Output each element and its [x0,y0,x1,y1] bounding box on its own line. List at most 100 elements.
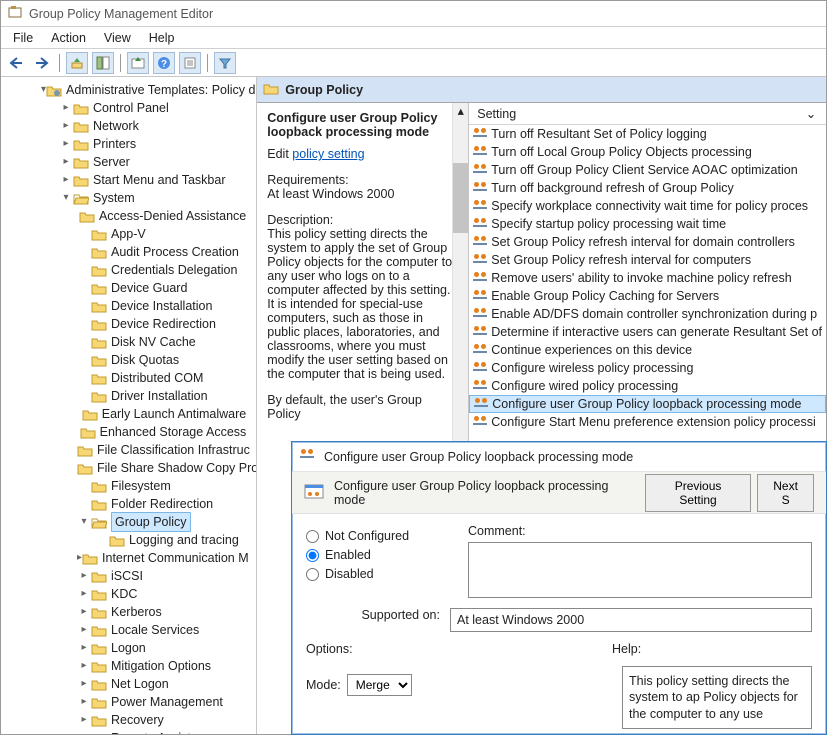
tree-item[interactable]: ▾Administrative Templates: Policy d [1,81,256,99]
mode-select[interactable]: Merge [347,674,412,696]
policy-row[interactable]: Specify workplace connectivity wait time… [469,197,826,215]
tree-item[interactable]: Filesystem [1,477,256,495]
policy-row[interactable]: Determine if interactive users can gener… [469,323,826,341]
radio-disabled[interactable]: Disabled [306,567,456,581]
menu-help[interactable]: Help [141,29,183,47]
tree-item[interactable]: Access-Denied Assistance [1,207,256,225]
expand-icon[interactable]: ▸ [77,603,91,621]
menu-file[interactable]: File [5,29,41,47]
tree-item[interactable]: File Share Shadow Copy Pro [1,459,256,477]
expand-icon[interactable]: ▸ [77,567,91,585]
expand-icon[interactable]: ▸ [59,135,73,153]
tree-item[interactable]: ▸iSCSI [1,567,256,585]
menu-action[interactable]: Action [43,29,94,47]
expand-icon[interactable]: ▸ [77,585,91,603]
tree-item[interactable]: Device Redirection [1,315,256,333]
tree-item[interactable]: ▸Locale Services [1,621,256,639]
back-button[interactable] [5,52,27,74]
policy-row[interactable]: Turn off Resultant Set of Policy logging [469,125,826,143]
tree-item[interactable]: Credentials Delegation [1,261,256,279]
show-hide-tree-button[interactable] [92,52,114,74]
tree-item[interactable]: Logging and tracing [1,531,256,549]
next-setting-button[interactable]: Next S [757,474,814,512]
expand-icon[interactable]: ▾ [77,513,91,531]
expand-icon[interactable]: ▸ [59,153,73,171]
tree-item[interactable]: Device Guard [1,279,256,297]
up-button[interactable] [66,52,88,74]
expand-icon[interactable]: ▾ [59,189,73,207]
forward-button[interactable] [31,52,53,74]
policy-row[interactable]: Turn off Group Policy Client Service AOA… [469,161,826,179]
tree-item[interactable]: Driver Installation [1,387,256,405]
tree-item[interactable]: Distributed COM [1,369,256,387]
tree-item[interactable]: ▸Network [1,117,256,135]
policy-row[interactable]: Configure Start Menu preference extensio… [469,413,826,431]
policy-row[interactable]: Specify startup policy processing wait t… [469,215,826,233]
policy-row[interactable]: Set Group Policy refresh interval for co… [469,251,826,269]
export-list-button[interactable] [127,52,149,74]
column-setting[interactable]: Setting [469,104,796,124]
expand-icon[interactable]: ▸ [59,99,73,117]
tree-item[interactable]: ▸Control Panel [1,99,256,117]
tree-item[interactable]: App-V [1,225,256,243]
radio-not-configured[interactable]: Not Configured [306,529,456,543]
policy-row[interactable]: Continue experiences on this device [469,341,826,359]
expand-icon[interactable]: ▸ [77,729,91,734]
tree-item[interactable]: ▸Start Menu and Taskbar [1,171,256,189]
policy-row[interactable]: Configure user Group Policy loopback pro… [469,395,826,413]
expand-icon[interactable]: ▸ [77,711,91,729]
previous-setting-button[interactable]: Previous Setting [645,474,751,512]
policy-row[interactable]: Enable AD/DFS domain controller synchron… [469,305,826,323]
properties-button[interactable] [179,52,201,74]
tree-item[interactable]: Audit Process Creation [1,243,256,261]
tree-item[interactable]: ▸Logon [1,639,256,657]
tree-item[interactable]: Disk NV Cache [1,333,256,351]
expand-icon[interactable]: ▸ [77,621,91,639]
tree-item[interactable]: Early Launch Antimalware [1,405,256,423]
navigation-tree[interactable]: ▾Administrative Templates: Policy d▸Cont… [1,77,257,734]
tree-item[interactable]: Disk Quotas [1,351,256,369]
tree-item[interactable]: ▸KDC [1,585,256,603]
folder-icon [263,82,279,98]
expand-icon[interactable]: ▸ [77,675,91,693]
comment-textbox[interactable] [468,542,812,598]
edit-policy-link[interactable]: policy setting [292,147,364,161]
options-label: Options: [306,642,353,656]
tree-item[interactable]: Enhanced Storage Access [1,423,256,441]
tree-item[interactable]: ▸Kerberos [1,603,256,621]
policy-row[interactable]: Remove users' ability to invoke machine … [469,269,826,287]
policy-row[interactable]: Turn off Local Group Policy Objects proc… [469,143,826,161]
expand-icon[interactable]: ▸ [77,657,91,675]
tree-item[interactable]: ▾System [1,189,256,207]
help-button[interactable]: ? [153,52,175,74]
policy-row[interactable]: Turn off background refresh of Group Pol… [469,179,826,197]
tree-item[interactable]: ▸Recovery [1,711,256,729]
menu-view[interactable]: View [96,29,139,47]
tree-item[interactable]: ▸Remote Assistance [1,729,256,734]
tree-item[interactable]: ▸Internet Communication M [1,549,256,567]
filter-button[interactable] [214,52,236,74]
column-sort-icon[interactable]: ⌄ [796,103,826,124]
list-columns[interactable]: Setting ⌄ [469,103,826,125]
policy-row[interactable]: Configure wired policy processing [469,377,826,395]
policy-row[interactable]: Configure wireless policy processing [469,359,826,377]
expand-icon[interactable]: ▸ [59,117,73,135]
tree-item[interactable]: ▸Server [1,153,256,171]
expand-icon[interactable]: ▸ [77,693,91,711]
tree-item[interactable]: Device Installation [1,297,256,315]
tree-item[interactable]: ▸Net Logon [1,675,256,693]
tree-item[interactable]: File Classification Infrastruc [1,441,256,459]
expand-icon[interactable]: ▸ [59,171,73,189]
expand-icon[interactable]: ▸ [77,639,91,657]
scroll-thumb[interactable] [453,163,468,233]
tree-item[interactable]: Folder Redirection [1,495,256,513]
scroll-up-icon[interactable]: ▴ [453,103,468,118]
tree-item[interactable]: ▸Printers [1,135,256,153]
tree-item[interactable]: ▸Power Management [1,693,256,711]
tree-item[interactable]: ▾Group Policy [1,513,256,531]
policy-row[interactable]: Enable Group Policy Caching for Servers [469,287,826,305]
tree-item[interactable]: ▸Mitigation Options [1,657,256,675]
edit-label: Edit [267,147,289,161]
policy-row[interactable]: Set Group Policy refresh interval for do… [469,233,826,251]
radio-enabled[interactable]: Enabled [306,548,456,562]
